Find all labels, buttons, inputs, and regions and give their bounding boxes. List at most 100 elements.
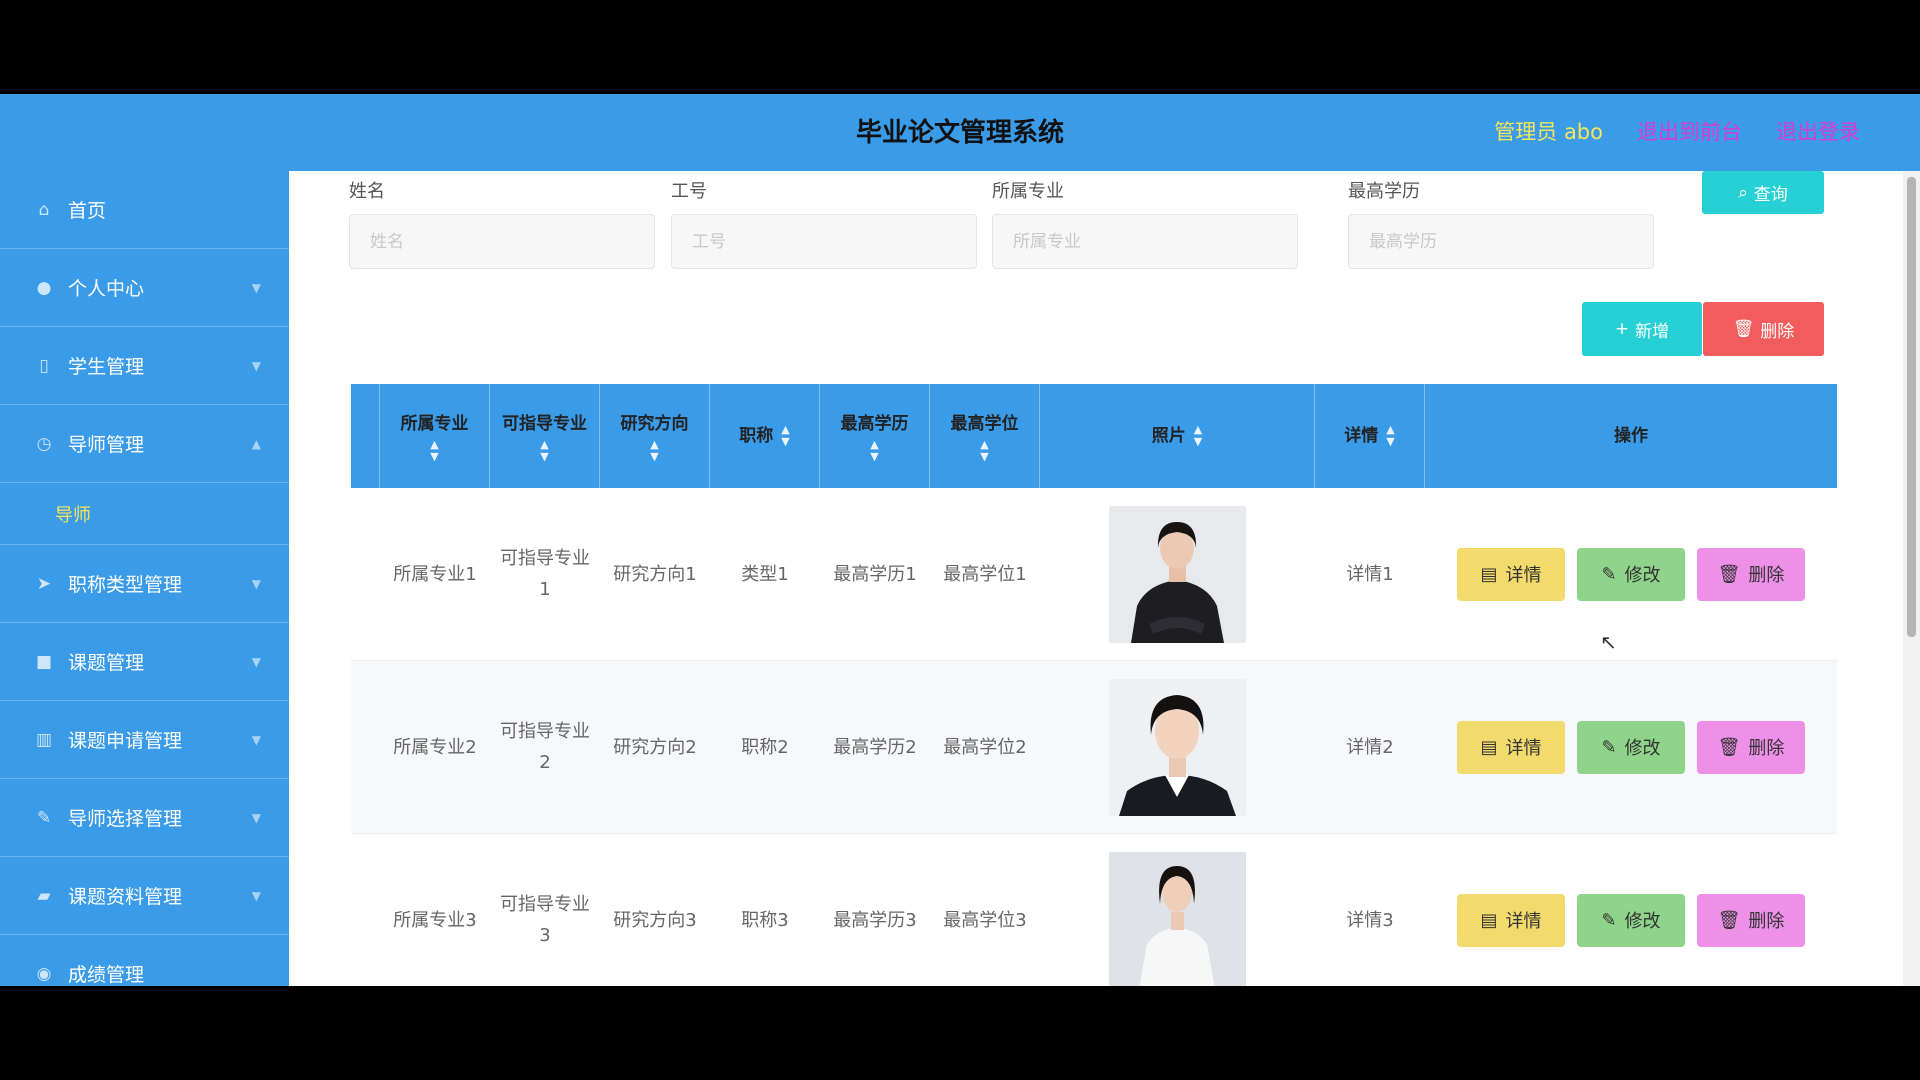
education-search-input[interactable] xyxy=(1348,214,1654,269)
delete-button-label: 删除 xyxy=(1748,911,1785,932)
search-label-education: 最高学历 xyxy=(1348,181,1420,202)
sidebar-item-topic-applications[interactable]: ▥ 课题申请管理 ▼ xyxy=(0,701,289,779)
sidebar-item-tutor-selection[interactable]: ✎ 导师选择管理 ▼ xyxy=(0,779,289,857)
cell-guide-major: 可指导专业2 xyxy=(500,721,590,773)
table-header: 所属专业 ▲ ▼ 可指导专业 ▲ ▼ 研究方向 ▲ ▼ 职称 ▲ ▼ 最高学历 ▲ ▼ xyxy=(351,384,1837,488)
row-select-cell[interactable] xyxy=(351,488,380,660)
cell-detail: 详情3 xyxy=(1346,909,1394,931)
search-label-major: 所属专业 xyxy=(992,181,1064,202)
major-search-input[interactable] xyxy=(992,214,1298,269)
sidebar-item-label: 成绩管理 xyxy=(68,964,145,986)
sort-icon: ▲ ▼ xyxy=(980,438,989,463)
search-icon: ⌕ xyxy=(1738,182,1748,203)
trash-icon: 🗑 xyxy=(1717,736,1741,758)
chevron-down-icon: ▼ xyxy=(251,576,261,591)
sidebar-item-topic-materials[interactable]: ▰ 课题资料管理 ▼ xyxy=(0,857,289,935)
folder-icon: ■ xyxy=(35,651,53,672)
exit-to-front-link[interactable]: 退出到前台 xyxy=(1637,116,1742,146)
column-header-detail[interactable]: 详情 ▲ ▼ xyxy=(1315,384,1425,488)
column-header-guide-major[interactable]: 可指导专业 ▲ ▼ xyxy=(490,384,600,488)
delete-button[interactable]: 🗑 删除 xyxy=(1697,547,1805,601)
column-header-photo[interactable]: 照片 ▲ ▼ xyxy=(1040,384,1315,488)
user-icon: ● xyxy=(36,277,52,298)
chevron-down-icon: ▼ xyxy=(251,732,261,747)
batch-delete-button[interactable]: 🗑 删除 xyxy=(1703,302,1824,356)
sidebar-item-grades[interactable]: ◉ 成绩管理 xyxy=(0,935,289,987)
edit-button[interactable]: ✎ 修改 xyxy=(1577,893,1685,947)
sort-icon: ▲ ▼ xyxy=(540,438,549,463)
detail-button[interactable]: ▤ 详情 xyxy=(1457,893,1565,947)
sidebar-item-title-types[interactable]: ➤ 职称类型管理 ▼ xyxy=(0,545,289,623)
column-header-label: 所属专业 xyxy=(400,414,469,434)
chat-icon: ▰ xyxy=(37,885,51,906)
column-header-label: 详情 xyxy=(1344,426,1379,446)
cell-major: 所属专业3 xyxy=(393,909,477,931)
edit-button[interactable]: ✎ 修改 xyxy=(1577,547,1685,601)
sort-icon: ▲ ▼ xyxy=(650,438,659,463)
cell-photo xyxy=(1040,834,1315,986)
sidebar-subitem-tutor[interactable]: 导师 xyxy=(0,483,289,545)
edit-button-label: 修改 xyxy=(1624,738,1661,759)
sidebar-item-home[interactable]: ⌂ 首页 xyxy=(0,171,289,249)
sidebar-item-students[interactable]: ▯ 学生管理 ▼ xyxy=(0,327,289,405)
sidebar-item-label: 导师选择管理 xyxy=(68,808,183,830)
clock-icon: ◷ xyxy=(36,433,52,454)
app-window: 毕业论文管理系统 管理员 abo 退出到前台 退出登录 ⌂ 首页 ● 个人中心 … xyxy=(0,94,1920,986)
sort-icon: ▲ ▼ xyxy=(870,438,879,463)
edit-button-label: 修改 xyxy=(1624,911,1661,932)
name-search-input[interactable] xyxy=(349,214,655,269)
chevron-down-icon: ▼ xyxy=(251,280,261,295)
sidebar-item-tutors[interactable]: ◷ 导师管理 ▲ xyxy=(0,405,289,483)
cell-education: 最高学历2 xyxy=(833,736,917,758)
detail-button[interactable]: ▤ 详情 xyxy=(1457,720,1565,774)
column-header-direction[interactable]: 研究方向 ▲ ▼ xyxy=(600,384,710,488)
detail-button-label: 详情 xyxy=(1505,911,1542,932)
trash-icon: 🗑 xyxy=(1717,909,1741,931)
add-button[interactable]: + 新增 xyxy=(1582,302,1702,356)
chart-icon: ▥ xyxy=(35,729,53,750)
delete-button[interactable]: 🗑 删除 xyxy=(1697,720,1805,774)
query-button[interactable]: ⌕ 查询 xyxy=(1702,171,1824,214)
sidebar-item-label: 课题申请管理 xyxy=(68,730,183,752)
detail-button[interactable]: ▤ 详情 xyxy=(1457,547,1565,601)
cell-title: 职称3 xyxy=(741,909,789,931)
edit-icon: ✎ xyxy=(36,807,52,828)
admin-label: 管理员 abo xyxy=(1494,120,1603,144)
delete-button-label: 删除 xyxy=(1748,565,1785,586)
row-select-cell[interactable] xyxy=(351,661,380,833)
scrollbar-thumb[interactable] xyxy=(1907,177,1916,637)
id-search-input[interactable] xyxy=(671,214,977,269)
sidebar-item-label: 职称类型管理 xyxy=(68,574,183,596)
vertical-scrollbar[interactable] xyxy=(1903,171,1920,986)
column-header-label: 最高学位 xyxy=(950,414,1019,434)
select-column-header[interactable] xyxy=(351,384,380,488)
column-header-education[interactable]: 最高学历 ▲ ▼ xyxy=(820,384,930,488)
cell-education: 最高学历3 xyxy=(833,909,917,931)
column-header-label: 职称 xyxy=(739,426,774,446)
sidebar-item-profile[interactable]: ● 个人中心 ▼ xyxy=(0,249,289,327)
pencil-icon: ✎ xyxy=(1601,563,1617,585)
cell-title: 类型1 xyxy=(741,563,789,585)
logout-link[interactable]: 退出登录 xyxy=(1776,116,1860,146)
column-header-title[interactable]: 职称 ▲ ▼ xyxy=(710,384,820,488)
sidebar-item-topics[interactable]: ■ 课题管理 ▼ xyxy=(0,623,289,701)
student-icon: ▯ xyxy=(39,355,49,376)
detail-button-label: 详情 xyxy=(1505,738,1542,759)
table-row: 所属专业3 可指导专业3 研究方向3 职称3 最高学历3 最高学位3 详情3 ▤… xyxy=(351,834,1837,986)
sort-icon: ▲ ▼ xyxy=(781,423,790,448)
chevron-up-icon: ▲ xyxy=(251,436,261,451)
row-select-cell[interactable] xyxy=(351,834,380,986)
document-icon: ▤ xyxy=(1480,736,1498,758)
cell-guide-major: 可指导专业3 xyxy=(500,894,590,946)
add-button-label: 新增 xyxy=(1635,321,1670,342)
send-icon: ➤ xyxy=(36,573,52,594)
sidebar-item-label: 课题管理 xyxy=(68,652,145,674)
column-header-major[interactable]: 所属专业 ▲ ▼ xyxy=(380,384,490,488)
edit-button[interactable]: ✎ 修改 xyxy=(1577,720,1685,774)
cell-direction: 研究方向2 xyxy=(613,736,697,758)
chevron-down-icon: ▼ xyxy=(251,654,261,669)
column-header-label: 可指导专业 xyxy=(502,414,587,434)
delete-button[interactable]: 🗑 删除 xyxy=(1697,893,1805,947)
column-header-degree[interactable]: 最高学位 ▲ ▼ xyxy=(930,384,1040,488)
header-links: 管理员 abo 退出到前台 退出登录 xyxy=(1494,116,1860,146)
